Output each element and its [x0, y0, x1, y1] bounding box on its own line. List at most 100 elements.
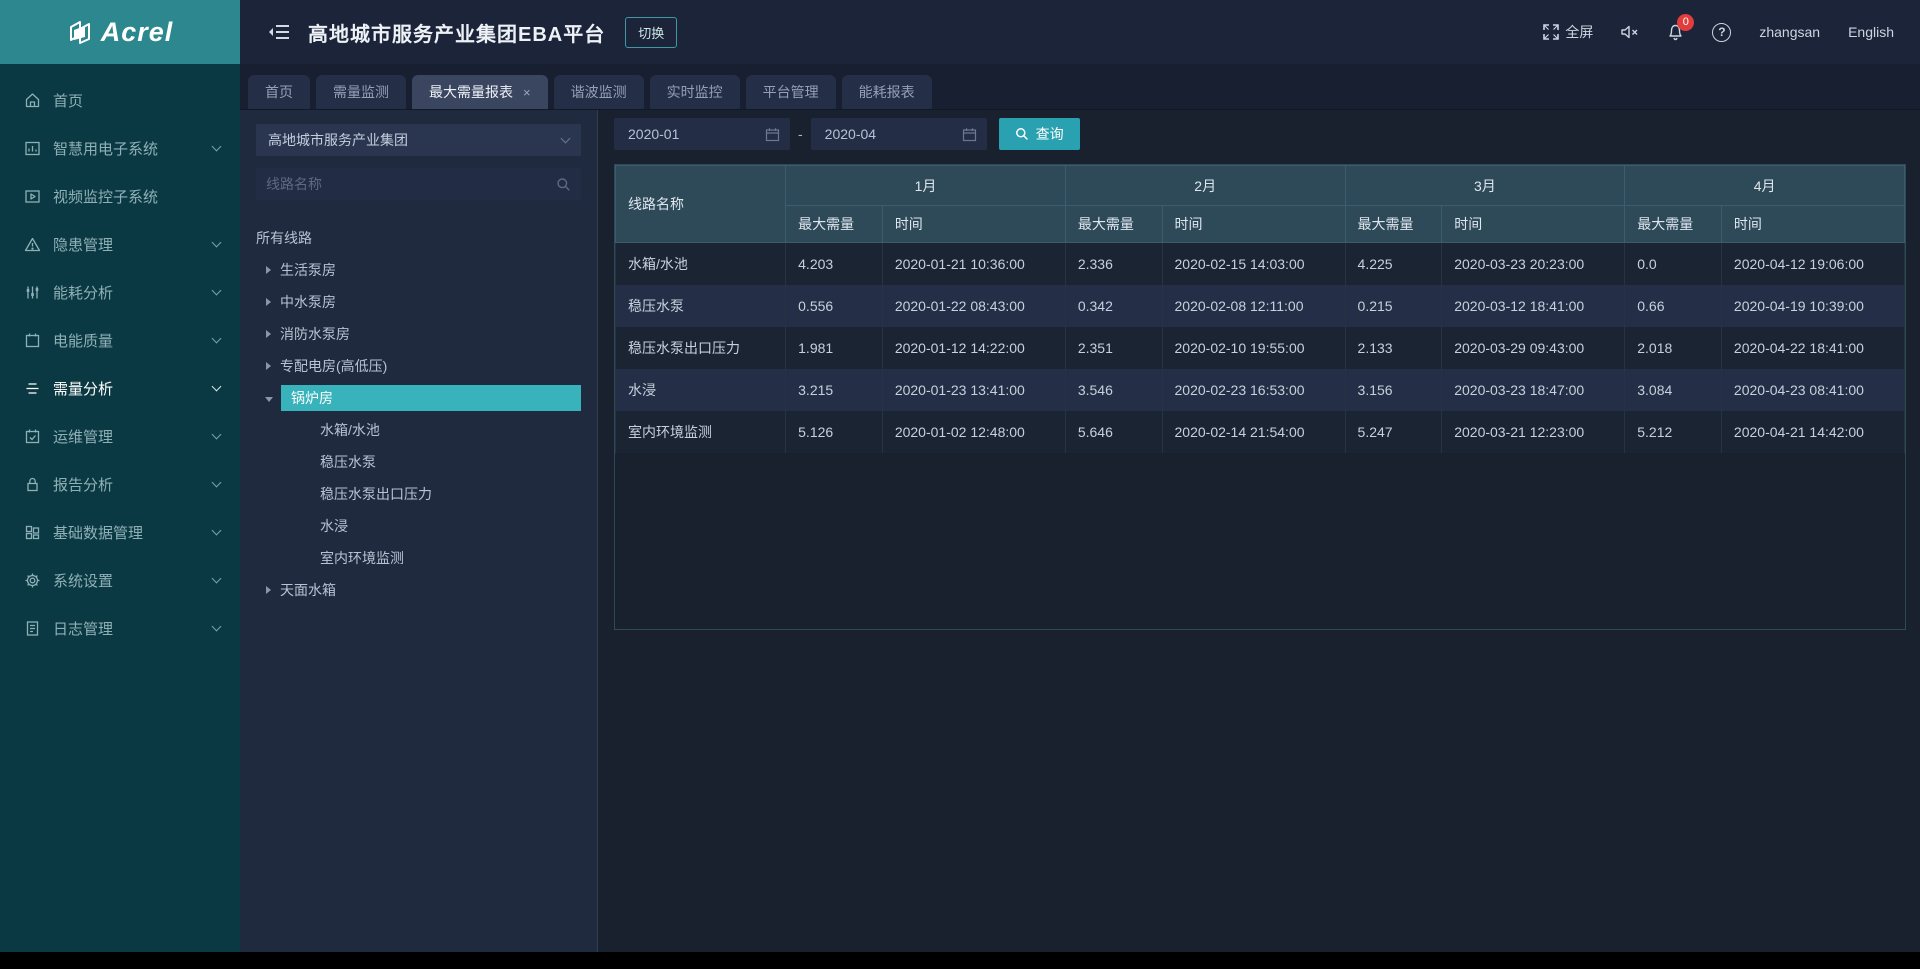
col-subheader-time: 时间	[1442, 206, 1625, 243]
tree-child-indoor-env[interactable]: 室内环境监测	[256, 542, 581, 574]
sidebar-item-label: 报告分析	[53, 474, 113, 495]
sidebar-item-label: 首页	[53, 90, 83, 111]
cell-demand: 1.981	[786, 327, 883, 369]
cell-time: 2020-04-12 19:06:00	[1721, 243, 1904, 285]
app-window: Acrel 高地城市服务产业集团EBA平台 切换 全屏	[0, 0, 1920, 969]
max-demand-table: 线路名称 1月 2月 3月 4月 最大需量 时间 最大需量	[615, 165, 1905, 453]
col-header-month-3: 3月	[1345, 166, 1625, 206]
chevron-down-icon	[212, 477, 222, 487]
query-button[interactable]: 查询	[999, 118, 1080, 150]
close-icon[interactable]: ×	[523, 85, 531, 100]
mute-button[interactable]	[1621, 24, 1639, 40]
date-from-picker[interactable]: 2020-01	[614, 118, 790, 150]
tree-node-substation[interactable]: 专配电房(高低压)	[256, 350, 581, 382]
sidebar-item-hazard[interactable]: 隐患管理	[0, 220, 240, 268]
search-icon	[556, 177, 571, 192]
tree-child-water-tank[interactable]: 水箱/水池	[256, 414, 581, 446]
cell-time: 2020-03-23 20:23:00	[1442, 243, 1625, 285]
tab-demand-monitor[interactable]: 需量监测	[316, 75, 406, 109]
cell-demand: 5.646	[1065, 411, 1162, 453]
brand-logo: Acrel	[0, 0, 240, 64]
tree-node-label: 专配电房(高低压)	[280, 356, 387, 376]
user-menu[interactable]: zhangsan	[1759, 24, 1820, 40]
sidebar-item-reports[interactable]: 报告分析	[0, 460, 240, 508]
date-range-separator: -	[798, 126, 803, 142]
sidebar-item-label: 能耗分析	[53, 282, 113, 303]
caret-down-icon[interactable]	[265, 397, 273, 402]
tab-label: 谐波监测	[571, 82, 627, 102]
sidebar-item-video-monitor[interactable]: 视频监控子系统	[0, 172, 240, 220]
tab-energy-report[interactable]: 能耗报表	[842, 75, 932, 109]
caret-right-icon[interactable]	[266, 586, 271, 594]
sidebar-item-home[interactable]: 首页	[0, 76, 240, 124]
fullscreen-button[interactable]: 全屏	[1543, 22, 1593, 42]
home-icon	[24, 92, 41, 109]
cell-demand: 2.351	[1065, 327, 1162, 369]
language-toggle[interactable]: English	[1848, 24, 1894, 40]
tree-child-pressure-pump[interactable]: 稳压水泵	[256, 446, 581, 478]
tree-node-fire-pump[interactable]: 消防水泵房	[256, 318, 581, 350]
sidebar-item-base-data[interactable]: 基础数据管理	[0, 508, 240, 556]
sidebar-item-smart-power[interactable]: 智慧用电子系统	[0, 124, 240, 172]
cell-line-name: 水浸	[616, 369, 786, 411]
bar-chart-icon	[24, 140, 41, 157]
header-actions: 全屏 0 ? zhangsan English	[1543, 22, 1920, 42]
cell-time: 2020-01-12 14:22:00	[882, 327, 1065, 369]
caret-right-icon[interactable]	[266, 298, 271, 306]
tab-realtime-monitor[interactable]: 实时监控	[650, 75, 740, 109]
grid-icon	[24, 524, 41, 541]
chevron-down-icon	[212, 525, 222, 535]
help-button[interactable]: ?	[1712, 23, 1731, 42]
tree-node-roof-tank[interactable]: 天面水箱	[256, 574, 581, 606]
table-row: 室内环境监测 5.126 2020-01-02 12:48:00 5.646 2…	[616, 411, 1905, 453]
sidebar-item-settings[interactable]: 系统设置	[0, 556, 240, 604]
caret-right-icon[interactable]	[266, 330, 271, 338]
tab-label: 首页	[265, 82, 293, 102]
sidebar-nav: 首页 智慧用电子系统 视频监控子系统 隐患管理	[0, 64, 240, 952]
caret-right-icon[interactable]	[266, 266, 271, 274]
tab-home[interactable]: 首页	[248, 75, 310, 109]
caret-right-icon[interactable]	[266, 362, 271, 370]
tree-node-reclaimed-pump[interactable]: 中水泵房	[256, 286, 581, 318]
tab-platform-mgmt[interactable]: 平台管理	[746, 75, 836, 109]
cell-time: 2020-02-14 21:54:00	[1162, 411, 1345, 453]
cell-demand: 0.66	[1625, 285, 1722, 327]
sidebar-collapse-icon[interactable]	[268, 23, 290, 41]
col-subheader-time: 时间	[1721, 206, 1904, 243]
help-icon: ?	[1712, 23, 1731, 42]
switch-project-button[interactable]: 切换	[625, 17, 677, 48]
window-bottom-strip	[0, 952, 1920, 969]
tab-label: 需量监测	[333, 82, 389, 102]
report-main-area: 2020-01 - 2020-04	[598, 110, 1920, 952]
calendar-icon	[24, 332, 41, 349]
tree-child-water-leak[interactable]: 水浸	[256, 510, 581, 542]
sidebar-item-ops[interactable]: 运维管理	[0, 412, 240, 460]
sidebar-item-power-quality[interactable]: 电能质量	[0, 316, 240, 364]
cell-demand: 2.133	[1345, 327, 1442, 369]
cell-demand: 5.126	[786, 411, 883, 453]
tab-max-demand-report[interactable]: 最大需量报表 ×	[412, 75, 548, 109]
date-to-picker[interactable]: 2020-04	[811, 118, 987, 150]
tree-node-boiler-room[interactable]: 锅炉房	[256, 382, 581, 414]
tree-child-pump-outlet-pressure[interactable]: 稳压水泵出口压力	[256, 478, 581, 510]
sidebar-item-label: 智慧用电子系统	[53, 138, 158, 159]
col-header-month-2: 2月	[1065, 166, 1345, 206]
sidebar-item-demand-analysis[interactable]: 需量分析	[0, 364, 240, 412]
tab-harmonic-monitor[interactable]: 谐波监测	[554, 75, 644, 109]
notifications-button[interactable]: 0	[1667, 23, 1684, 41]
cell-time: 2020-02-08 12:11:00	[1162, 285, 1345, 327]
line-search-input[interactable]	[266, 176, 556, 192]
organization-select[interactable]: 高地城市服务产业集团	[256, 124, 581, 156]
chevron-down-icon	[212, 237, 222, 247]
cell-time: 2020-04-21 14:42:00	[1721, 411, 1904, 453]
tree-node-life-pump[interactable]: 生活泵房	[256, 254, 581, 286]
sidebar-item-energy[interactable]: 能耗分析	[0, 268, 240, 316]
tab-label: 平台管理	[763, 82, 819, 102]
tree-root-all-lines[interactable]: 所有线路	[256, 222, 581, 254]
equalizer-icon	[24, 284, 41, 301]
search-icon	[1015, 127, 1029, 141]
col-subheader-demand: 最大需量	[1625, 206, 1722, 243]
organization-select-value: 高地城市服务产业集团	[268, 130, 562, 150]
sidebar-item-logs[interactable]: 日志管理	[0, 604, 240, 652]
cell-time: 2020-01-22 08:43:00	[882, 285, 1065, 327]
